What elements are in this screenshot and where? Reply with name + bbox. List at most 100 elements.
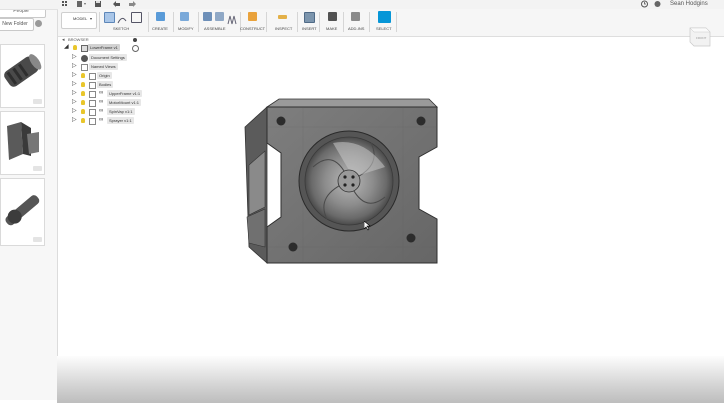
browser-item-label[interactable]: Bodies	[97, 81, 114, 88]
insert-image-icon[interactable]	[304, 12, 315, 23]
browser-item-label[interactable]: UpperFrame v1:1	[107, 90, 143, 97]
browser-item-label[interactable]: MotorMount v1:1	[107, 99, 142, 106]
expand-arrow-icon[interactable]: ▷	[72, 90, 77, 97]
browser-root-node[interactable]: ◢ LowerFrame v1	[64, 44, 144, 52]
browser-item-label[interactable]: Sprayer v1:1	[107, 117, 134, 124]
expand-arrow-icon[interactable]: ◢	[64, 44, 69, 51]
toolbar-group-label[interactable]: MODIFY	[178, 26, 194, 31]
ribbon-toolbar: MODEL ▾ SKETCH CREATE MODIFY ASSEMBLE CO…	[58, 9, 724, 37]
browser-header[interactable]: ◂ BROWSER	[60, 36, 140, 44]
toolbar-group-label[interactable]: CREATE	[152, 26, 168, 31]
expand-arrow-icon[interactable]: ▷	[72, 99, 77, 106]
viewcube[interactable]: FRONT	[686, 24, 712, 48]
lightbulb-icon[interactable]	[81, 82, 85, 87]
user-name[interactable]: Sean Hodgins	[670, 0, 708, 9]
workspace-switcher[interactable]: MODEL ▾	[61, 12, 97, 29]
component-icon	[89, 118, 96, 125]
create-box-icon[interactable]	[156, 12, 165, 21]
browser-title: BROWSER	[68, 37, 89, 42]
browser-item-label[interactable]: Origin	[97, 72, 112, 79]
expand-arrow-icon[interactable]: ▷	[72, 54, 77, 61]
toolbar-group-label[interactable]: SELECT	[376, 26, 392, 31]
version-badge	[33, 99, 42, 104]
lightbulb-icon[interactable]	[81, 109, 85, 114]
browser-item-label[interactable]: Document Settings	[89, 54, 127, 61]
expand-arrow-icon[interactable]: ▷	[72, 72, 77, 79]
select-cursor-icon[interactable]	[378, 11, 391, 23]
component-icon	[89, 100, 96, 107]
lightbulb-icon[interactable]	[81, 118, 85, 123]
divider	[148, 12, 149, 32]
settings-icon[interactable]	[35, 20, 42, 27]
lightbulb-icon[interactable]	[81, 91, 85, 96]
root-label[interactable]: LowerFrame v1	[88, 44, 120, 51]
toolbar-group-label[interactable]: ADD-INS	[348, 26, 364, 31]
lightbulb-icon[interactable]	[81, 73, 85, 78]
timeline-area	[57, 356, 724, 403]
divider	[266, 12, 267, 32]
divider	[396, 12, 397, 32]
toolbar-group-label[interactable]: INSERT	[302, 26, 317, 31]
component-icon	[89, 109, 96, 116]
toolbar-group-label[interactable]: INSPECT	[275, 26, 292, 31]
toolbar-group-label[interactable]: SKETCH	[113, 26, 129, 31]
expand-arrow-icon[interactable]: ▷	[72, 63, 77, 70]
file-thumbnail[interactable]	[0, 111, 45, 175]
browser-item-label[interactable]: SpinVap v1:1	[107, 108, 135, 115]
component-icon	[89, 91, 96, 98]
triangle-down-icon[interactable]: ◂	[62, 36, 65, 44]
link-icon: ∞	[99, 108, 104, 114]
component-icon	[81, 45, 88, 52]
link-icon: ∞	[99, 99, 104, 105]
file-thumbnail[interactable]	[0, 44, 45, 108]
toolbar-group-label[interactable]: CONSTRUCT	[240, 26, 265, 31]
link-icon: ∞	[99, 90, 104, 96]
new-folder-button[interactable]: New Folder	[0, 18, 34, 31]
folder-icon	[81, 64, 88, 71]
divider	[173, 12, 174, 32]
rectangle-icon[interactable]	[131, 12, 142, 23]
divider	[198, 12, 199, 32]
activate-radio-icon[interactable]	[132, 45, 139, 52]
joint-icon[interactable]	[215, 12, 224, 21]
browser-item[interactable]: ▷ Origin	[72, 72, 162, 80]
expand-arrow-icon[interactable]: ▷	[72, 81, 77, 88]
make-3d-print-icon[interactable]	[328, 12, 337, 21]
modify-icon[interactable]	[180, 12, 189, 21]
lightbulb-icon[interactable]	[81, 100, 85, 105]
gear-icon	[81, 55, 88, 62]
data-panel: People New Folder	[0, 0, 58, 400]
add-ins-icon[interactable]	[351, 12, 360, 21]
toolbar-group-label[interactable]: MAKE	[326, 26, 337, 31]
part-preview-icon	[4, 54, 42, 87]
rigid-group-icon[interactable]	[227, 12, 237, 25]
inspect-measure-icon[interactable]	[278, 15, 287, 19]
browser-item[interactable]: ▷ ∞ MotorMount v1:1	[72, 99, 172, 107]
browser-item[interactable]: ▷ Named Views	[72, 63, 162, 71]
construct-plane-icon[interactable]	[248, 12, 257, 21]
browser-item-label[interactable]: Named Views	[89, 63, 118, 70]
browser-item[interactable]: ▷ ∞ SpinVap v1:1	[72, 108, 172, 116]
assemble-icon[interactable]	[203, 12, 212, 21]
browser-item[interactable]: ▷ Bodies	[72, 81, 162, 89]
pin-icon[interactable]	[133, 38, 137, 42]
divider	[99, 12, 100, 32]
browser-item[interactable]: ▷ ∞ Sprayer v1:1	[72, 117, 172, 125]
toolbar-group-label[interactable]: ASSEMBLE	[204, 26, 226, 31]
divider	[319, 12, 320, 32]
lightbulb-icon[interactable]	[73, 45, 77, 50]
workspace-label: MODEL	[73, 16, 88, 21]
divider	[369, 12, 370, 32]
version-badge	[33, 166, 42, 171]
file-thumbnail[interactable]	[0, 178, 45, 246]
version-badge	[33, 237, 42, 242]
viewcube-face-label: FRONT	[696, 36, 707, 40]
sketch-icon[interactable]	[104, 12, 115, 23]
folder-icon	[89, 82, 96, 89]
expand-arrow-icon[interactable]: ▷	[72, 108, 77, 115]
3d-model-lowerframe[interactable]	[243, 97, 439, 269]
expand-arrow-icon[interactable]: ▷	[72, 117, 77, 124]
arc-icon[interactable]	[117, 12, 127, 24]
browser-item[interactable]: ▷ Document Settings	[72, 54, 162, 62]
browser-item[interactable]: ▷ ∞ UpperFrame v1:1	[72, 90, 172, 98]
